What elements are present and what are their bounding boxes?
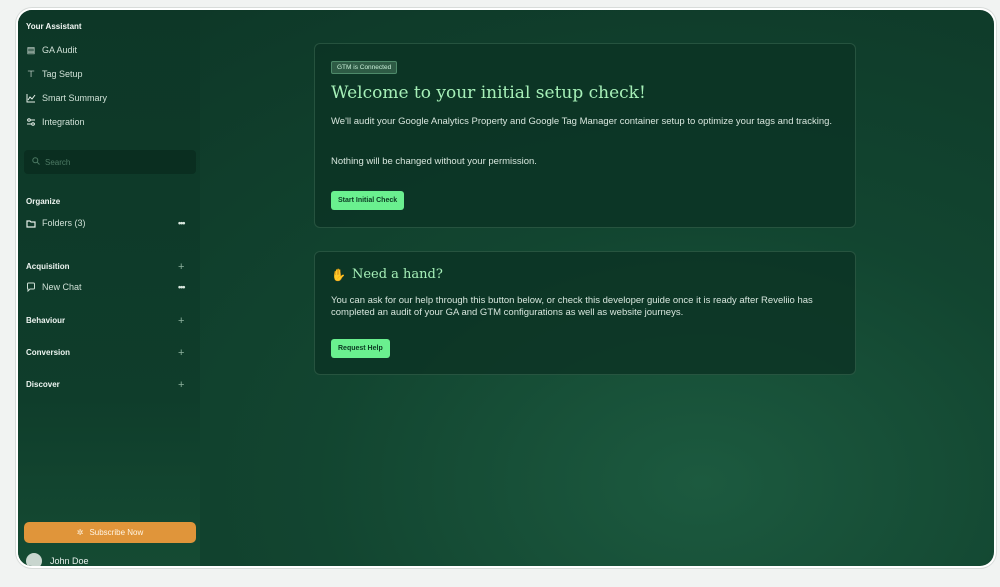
sidebar-item-integration[interactable]: Integration <box>26 115 85 129</box>
acquisition-heading: Acquisition <box>26 262 70 271</box>
line-chart-icon <box>26 93 36 103</box>
sidebar-item-smart-summary[interactable]: Smart Summary <box>26 91 107 105</box>
folders-more-icon[interactable]: ••• <box>178 218 186 228</box>
conversion-heading: Conversion <box>26 348 71 357</box>
behaviour-heading: Behaviour <box>26 316 66 325</box>
setup-check-card: GTM is Connected Welcome to your initial… <box>314 43 856 228</box>
sidebar-item-ga-audit[interactable]: ▤ GA Audit <box>26 43 77 57</box>
help-card-description: You can ask for our help through this bu… <box>331 295 813 318</box>
sliders-icon <box>26 117 36 127</box>
subscribe-label: Subscribe Now <box>89 528 144 537</box>
sidebar-item-new-chat[interactable]: New Chat <box>26 280 82 294</box>
sidebar-item-folders[interactable]: Folders (3) <box>26 216 86 230</box>
setup-card-permission-note: Nothing will be changed without your per… <box>331 156 537 167</box>
app-window: Your Assistant ▤ GA Audit ⊤ Tag Setup Sm… <box>18 10 994 566</box>
discover-add-icon[interactable]: + <box>178 380 184 391</box>
organize-heading: Organize <box>26 197 61 206</box>
help-card-title: ✋ Need a hand? <box>331 267 443 282</box>
request-help-button[interactable]: Request Help <box>331 339 390 358</box>
search-input[interactable]: Search <box>24 150 196 174</box>
new-chat-more-icon[interactable]: ••• <box>178 282 186 292</box>
help-card: ✋ Need a hand? You can ask for our help … <box>314 251 856 375</box>
folder-icon <box>26 218 36 228</box>
setup-card-description: We'll audit your Google Analytics Proper… <box>331 116 833 127</box>
user-name: John Doe <box>50 556 89 566</box>
sidebar-item-label: Integration <box>42 117 85 127</box>
discover-heading: Discover <box>26 380 60 389</box>
sidebar-section-title: Your Assistant <box>26 22 82 31</box>
avatar <box>26 553 42 566</box>
raised-hand-icon: ✋ <box>331 267 346 282</box>
behaviour-add-icon[interactable]: + <box>178 316 184 327</box>
sidebar-item-label: Tag Setup <box>42 69 83 79</box>
sidebar-item-label: Smart Summary <box>42 93 108 103</box>
start-initial-check-button[interactable]: Start Initial Check <box>331 191 405 210</box>
user-profile[interactable]: John Doe <box>26 553 89 566</box>
sidebar-item-label: GA Audit <box>42 45 78 55</box>
sidebar-item-label: New Chat <box>42 282 82 292</box>
subscribe-button[interactable]: ✲ Subscribe Now <box>24 522 196 543</box>
conversion-add-icon[interactable]: + <box>178 348 184 359</box>
search-placeholder: Search <box>45 157 71 167</box>
status-badge: GTM is Connected <box>331 61 398 74</box>
setup-card-title: Welcome to your initial setup check! <box>331 83 646 103</box>
sidebar: Your Assistant ▤ GA Audit ⊤ Tag Setup Sm… <box>18 10 200 566</box>
help-card-title-text: Need a hand? <box>351 267 443 282</box>
search-icon <box>32 157 40 167</box>
sparkle-icon: ✲ <box>76 528 84 537</box>
signpost-icon: ⊤ <box>27 68 35 79</box>
chat-bubble-icon <box>26 282 36 292</box>
clipboard-icon: ▤ <box>26 44 36 55</box>
acquisition-add-icon[interactable]: + <box>178 262 184 273</box>
sidebar-item-label: Folders (3) <box>42 218 86 228</box>
sidebar-item-tag-setup[interactable]: ⊤ Tag Setup <box>26 67 83 81</box>
